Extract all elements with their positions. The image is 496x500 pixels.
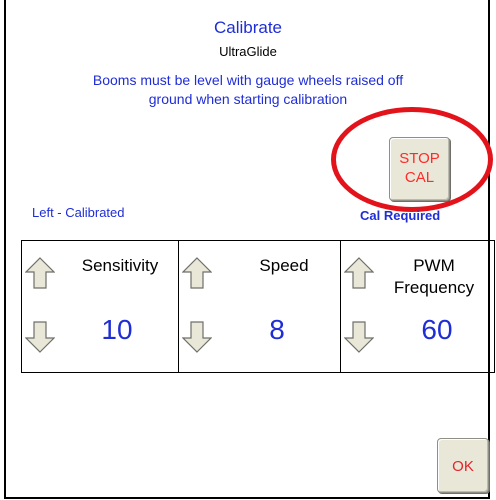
arrow-up-icon[interactable] [25,257,55,289]
arrow-down-icon[interactable] [25,321,55,353]
pwm-frequency-label: PWM Frequency [379,255,489,299]
pwm-label-line-1: PWM [413,256,455,275]
speed-cell: Speed 8 [179,241,341,372]
sensitivity-value: 10 [101,314,133,345]
arrow-down-icon[interactable] [182,321,212,353]
stop-cal-label-line-2: CAL [404,169,435,186]
stop-cal-label-line-1: STOP [399,150,440,167]
pwm-frequency-value: 60 [421,314,453,345]
speed-value: 8 [269,314,285,345]
ok-button[interactable]: OK [437,438,489,493]
arrow-up-icon[interactable] [344,257,374,289]
right-status-text: Cal Required [360,208,441,223]
page-subtitle: UltraGlide [219,44,277,59]
arrow-up-icon[interactable] [182,257,212,289]
sensitivity-label: Sensitivity [81,256,159,275]
sensitivity-cell: Sensitivity 10 [22,241,179,372]
pwm-frequency-cell: PWM Frequency 60 [341,241,494,372]
settings-panel: Sensitivity 10 Speed 8 PWM Frequency 60 [21,240,495,373]
left-status-text: Left - Calibrated [32,205,125,220]
page-title: Calibrate [213,18,283,37]
speed-label: Speed [259,256,309,275]
instruction-line-2: ground when starting calibration [148,91,348,107]
arrow-down-icon[interactable] [344,321,374,353]
stop-cal-button[interactable]: STOP CAL [389,137,450,201]
instruction-line-1: Booms must be level with gauge wheels ra… [92,72,404,88]
calibration-instruction: Booms must be level with gauge wheels ra… [0,71,496,109]
pwm-label-line-2: Frequency [393,278,475,297]
